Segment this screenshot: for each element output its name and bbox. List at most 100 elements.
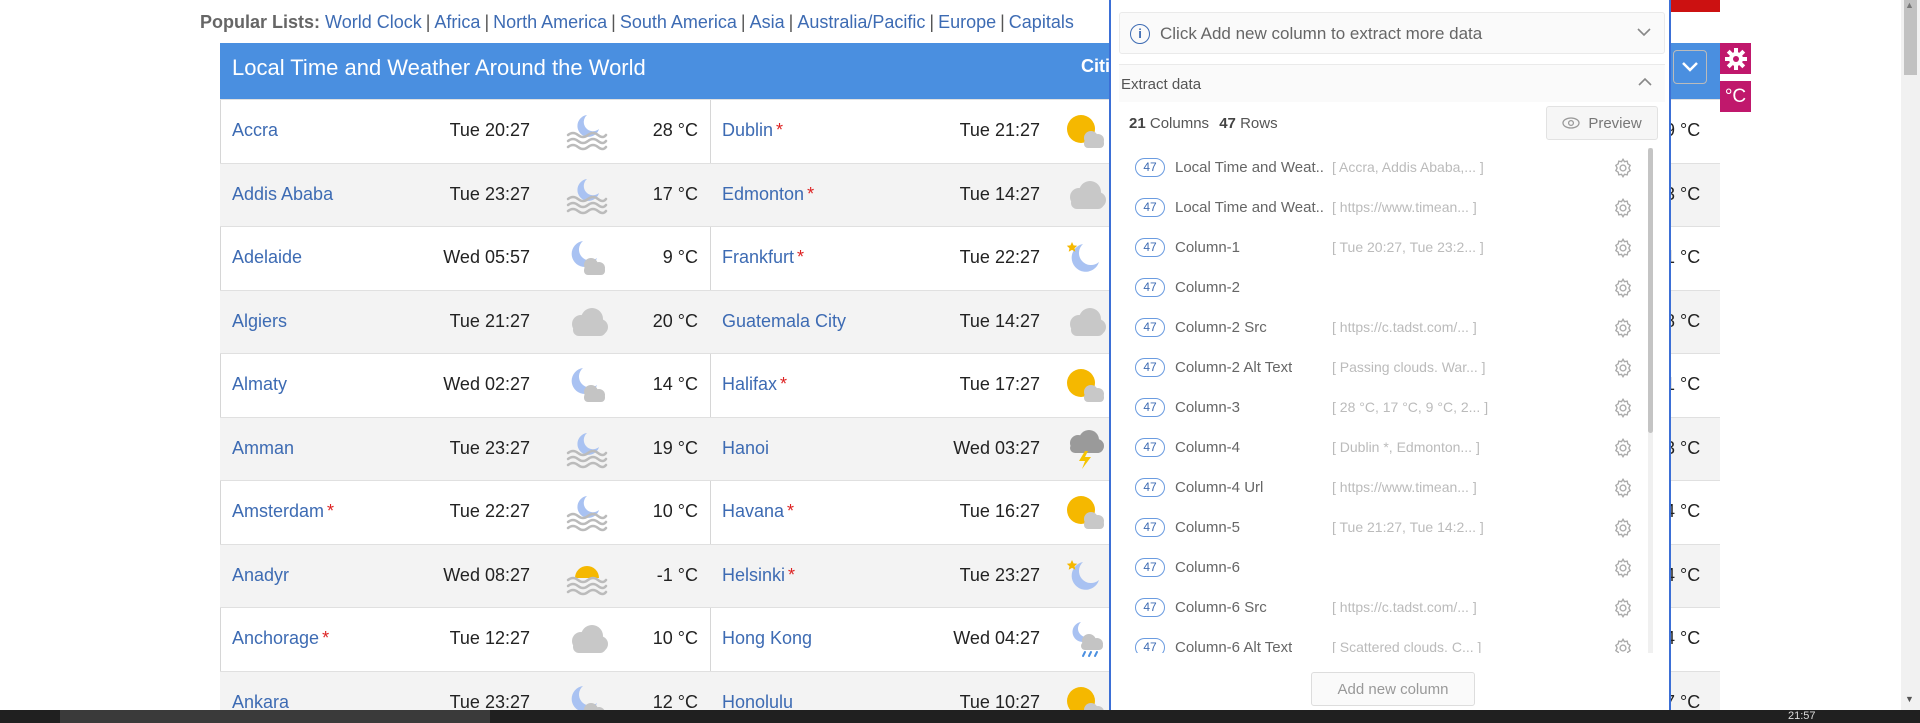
popular-link[interactable]: Capitals <box>1009 12 1074 32</box>
gear-icon[interactable] <box>1612 197 1634 224</box>
scroll-down-arrow[interactable]: ▼ <box>1905 694 1914 704</box>
column-row[interactable]: 47 Column-2 Alt Text [ Passing clouds. War… <box>1119 348 1659 388</box>
city-link[interactable]: Dublin * <box>722 120 783 141</box>
popular-link[interactable]: World Clock <box>325 12 422 32</box>
city-name[interactable]: Amsterdam <box>232 501 324 521</box>
gear-icon[interactable] <box>1612 237 1634 264</box>
city-link[interactable]: Guatemala City <box>722 311 846 332</box>
taskbar-segment[interactable] <box>60 710 490 723</box>
city-name[interactable]: Anchorage <box>232 628 319 648</box>
city-name[interactable]: Helsinki <box>722 565 785 585</box>
page-scroll-thumb[interactable] <box>1904 0 1917 75</box>
popular-link[interactable]: Asia <box>750 12 785 32</box>
popular-link[interactable]: Europe <box>938 12 996 32</box>
city-name[interactable]: Ankara <box>232 692 289 712</box>
info-bar[interactable]: i Click Add new column to extract more d… <box>1119 12 1665 54</box>
city-name[interactable]: Amman <box>232 438 294 458</box>
gear-icon[interactable] <box>1612 557 1634 584</box>
column-name[interactable]: Column-6 <box>1175 559 1240 576</box>
scroll-up-arrow[interactable]: ▲ <box>1905 0 1914 10</box>
gear-icon[interactable] <box>1612 157 1634 184</box>
page-scrollbar[interactable] <box>1901 0 1920 710</box>
city-link[interactable]: Hong Kong <box>722 628 812 649</box>
city-link[interactable]: Edmonton * <box>722 184 814 205</box>
column-row[interactable]: 47 Column-2 <box>1119 268 1659 308</box>
popular-link[interactable]: North America <box>493 12 607 32</box>
city-name[interactable]: Halifax <box>722 374 777 394</box>
column-name[interactable]: Column-3 <box>1175 399 1240 416</box>
add-new-column-button[interactable]: Add new column <box>1311 672 1475 706</box>
column-name[interactable]: Column-4 <box>1175 439 1240 456</box>
gear-icon[interactable] <box>1612 517 1634 544</box>
column-name[interactable]: Column-2 <box>1175 279 1240 296</box>
chevron-up-icon[interactable] <box>1637 75 1653 93</box>
column-row[interactable]: 47 Column-6 <box>1119 548 1659 588</box>
column-name[interactable]: Local Time and Weat... <box>1175 159 1325 176</box>
dropdown-button[interactable] <box>1673 50 1707 84</box>
column-name[interactable]: Column-2 Alt Text <box>1175 359 1292 376</box>
column-row[interactable]: 47 Local Time and Weat... [ Accra, Addis A… <box>1119 148 1659 188</box>
popular-link[interactable]: Australia/Pacific <box>797 12 925 32</box>
city-link[interactable]: Adelaide <box>232 247 302 268</box>
city-link[interactable]: Amsterdam * <box>232 501 334 522</box>
city-link[interactable]: Addis Ababa <box>232 184 333 205</box>
gear-icon[interactable] <box>1612 357 1634 384</box>
city-link[interactable]: Amman <box>232 438 294 459</box>
city-link[interactable]: Havana * <box>722 501 794 522</box>
chevron-down-icon[interactable] <box>1636 25 1652 43</box>
city-name[interactable]: Frankfurt <box>722 247 794 267</box>
city-name[interactable]: Adelaide <box>232 247 302 267</box>
city-link[interactable]: Helsinki * <box>722 565 795 586</box>
preview-button[interactable]: Preview <box>1546 106 1658 140</box>
column-row[interactable]: 47 Column-5 [ Tue 21:27, Tue 14:2... ] <box>1119 508 1659 548</box>
gear-icon[interactable] <box>1612 597 1634 624</box>
city-name[interactable]: Honolulu <box>722 692 793 712</box>
column-row[interactable]: 47 Local Time and Weat... [ https://www.ti… <box>1119 188 1659 228</box>
city-name[interactable]: Hong Kong <box>722 628 812 648</box>
city-link[interactable]: Frankfurt * <box>722 247 804 268</box>
city-name[interactable]: Hanoi <box>722 438 769 458</box>
city-name[interactable]: Algiers <box>232 311 287 331</box>
city-name[interactable]: Anadyr <box>232 565 289 585</box>
city-link[interactable]: Algiers <box>232 311 287 332</box>
popular-link[interactable]: Africa <box>434 12 480 32</box>
city-link[interactable]: Anadyr <box>232 565 289 586</box>
gear-icon[interactable] <box>1612 397 1634 424</box>
city-link[interactable]: Hanoi <box>722 438 769 459</box>
gear-icon[interactable] <box>1612 437 1634 464</box>
gear-icon[interactable] <box>1612 637 1634 653</box>
column-row[interactable]: 47 Column-3 [ 28 °C, 17 °C, 9 °C, 2... ] <box>1119 388 1659 428</box>
column-name[interactable]: Local Time and Weat... <box>1175 199 1325 216</box>
city-name[interactable]: Edmonton <box>722 184 804 204</box>
red-tab[interactable] <box>1670 0 1720 12</box>
unit-toggle-button[interactable]: °C <box>1720 81 1751 112</box>
column-row[interactable]: 47 Column-6 Src [ https://c.tadst.com/... … <box>1119 588 1659 628</box>
settings-button[interactable] <box>1720 43 1751 74</box>
city-name[interactable]: Accra <box>232 120 278 140</box>
city-link[interactable]: Almaty <box>232 374 287 395</box>
city-name[interactable]: Almaty <box>232 374 287 394</box>
city-name[interactable]: Guatemala City <box>722 311 846 331</box>
column-name[interactable]: Column-4 Url <box>1175 479 1263 496</box>
column-name[interactable]: Column-1 <box>1175 239 1240 256</box>
city-link[interactable]: Halifax * <box>722 374 787 395</box>
column-row[interactable]: 47 Column-1 [ Tue 20:27, Tue 23:2... ] <box>1119 228 1659 268</box>
column-row[interactable]: 47 Column-2 Src [ https://c.tadst.com/... … <box>1119 308 1659 348</box>
gear-icon[interactable] <box>1612 477 1634 504</box>
column-row[interactable]: 47 Column-4 [ Dublin *, Edmonton... ] <box>1119 428 1659 468</box>
gear-icon[interactable] <box>1612 277 1634 304</box>
column-name[interactable]: Column-6 Src <box>1175 599 1267 616</box>
gear-icon[interactable] <box>1612 317 1634 344</box>
city-name[interactable]: Dublin <box>722 120 773 140</box>
city-link[interactable]: Anchorage * <box>232 628 329 649</box>
column-name[interactable]: Column-2 Src <box>1175 319 1267 336</box>
city-link[interactable]: Accra <box>232 120 278 141</box>
column-list-scroll-thumb[interactable] <box>1648 148 1653 433</box>
city-name[interactable]: Havana <box>722 501 784 521</box>
column-name[interactable]: Column-6 Alt Text <box>1175 639 1292 653</box>
column-name[interactable]: Column-5 <box>1175 519 1240 536</box>
column-row[interactable]: 47 Column-6 Alt Text [ Scattered clouds. C… <box>1119 628 1659 653</box>
extract-data-header[interactable]: Extract data <box>1119 64 1665 102</box>
popular-link[interactable]: South America <box>620 12 737 32</box>
city-name[interactable]: Addis Ababa <box>232 184 333 204</box>
